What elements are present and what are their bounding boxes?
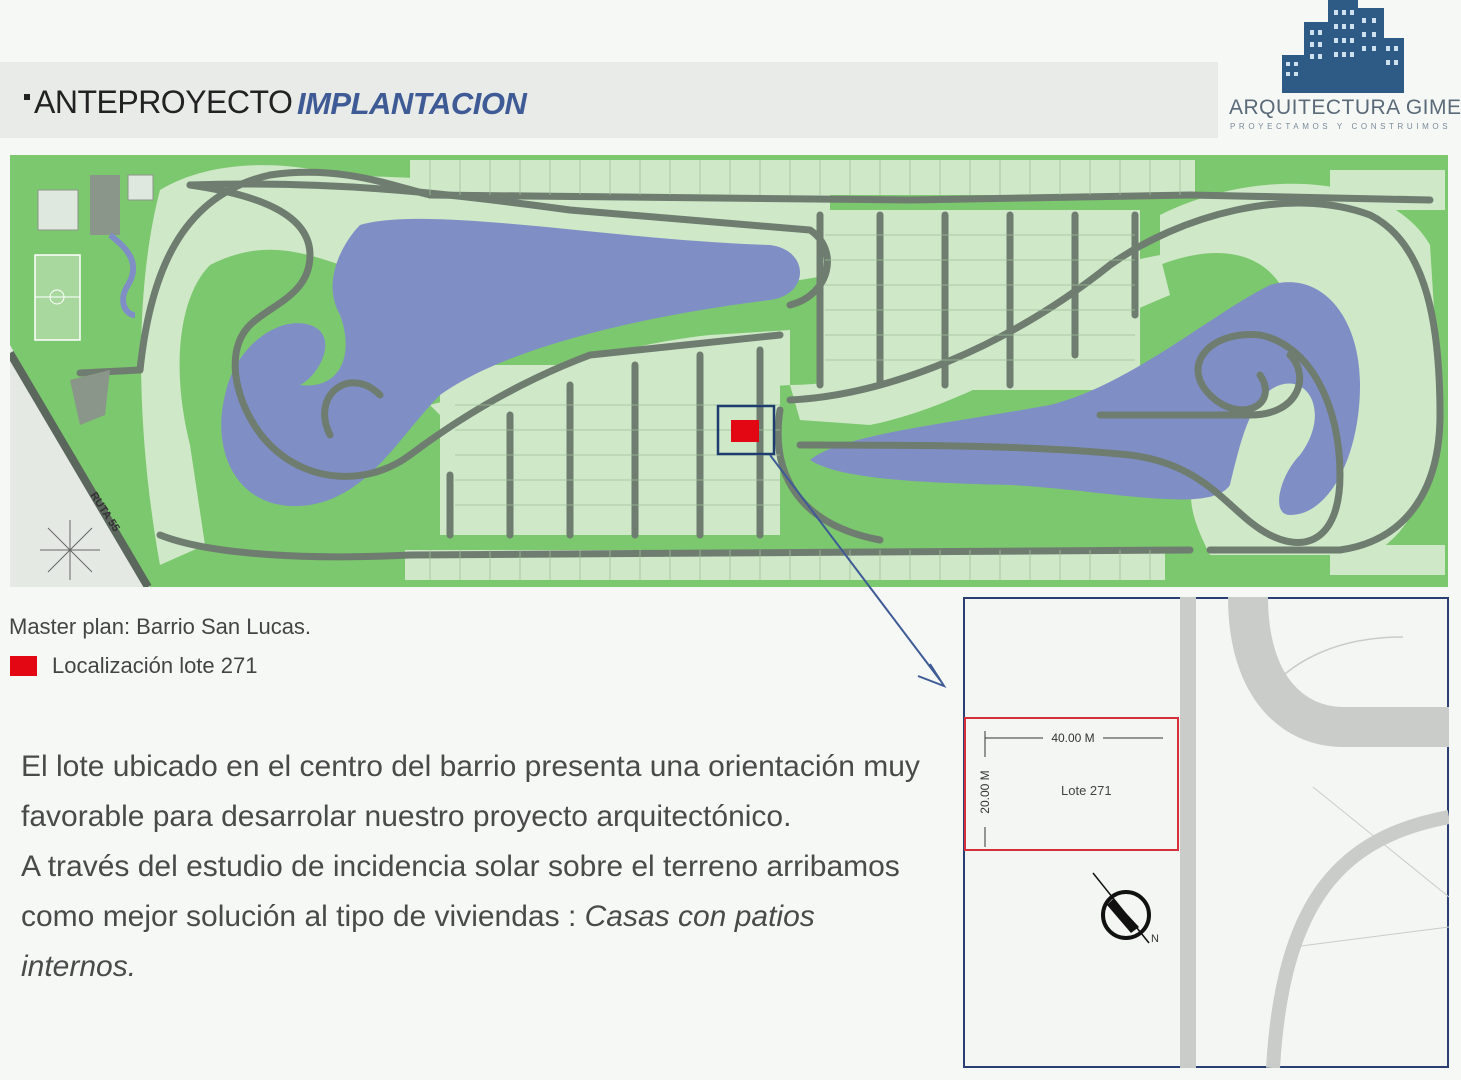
plan-caption: Master plan: Barrio San Lucas. (9, 614, 312, 639)
depth-dimension: 20.00 M (978, 770, 992, 813)
description-line-1: El lote ubicado en el centro del barrio … (21, 750, 920, 783)
width-dimension: 40.00 M (1051, 731, 1094, 745)
bullet-icon (24, 93, 30, 100)
description: El lote ubicado en el centro del barrio … (21, 742, 931, 992)
compass-rose (40, 520, 100, 580)
section-title-text: ANTEPROYECTO (34, 84, 293, 120)
logo-tagline: PROYECTAMOS Y CONSTRUIMOS (1230, 122, 1452, 131)
master-plan: RUTA 55 (10, 155, 1448, 587)
description-line-4: como mejor solución al tipo de viviendas… (21, 892, 931, 992)
section-title: ANTEPROYECTO (24, 84, 293, 121)
legend-swatch (10, 656, 37, 676)
lot-271-marker (731, 420, 759, 442)
description-line-4-text: como mejor solución al tipo de viviendas… (21, 900, 585, 933)
legend-label: Localización lote 271 (52, 653, 258, 678)
description-line-3: A través del estudio de incidencia solar… (21, 850, 900, 883)
lot-label: Lote 271 (1061, 783, 1112, 798)
lot-detail-inset: 40.00 M 20.00 M Lote 271 N (963, 597, 1449, 1068)
description-line-2: favorable para desarrolar nuestro proyec… (21, 800, 792, 833)
north-label: N (1151, 933, 1159, 945)
section-subtitle: IMPLANTACION (297, 86, 527, 121)
logo-name: ARQUITECTURA GIMENEZ (1229, 96, 1461, 119)
